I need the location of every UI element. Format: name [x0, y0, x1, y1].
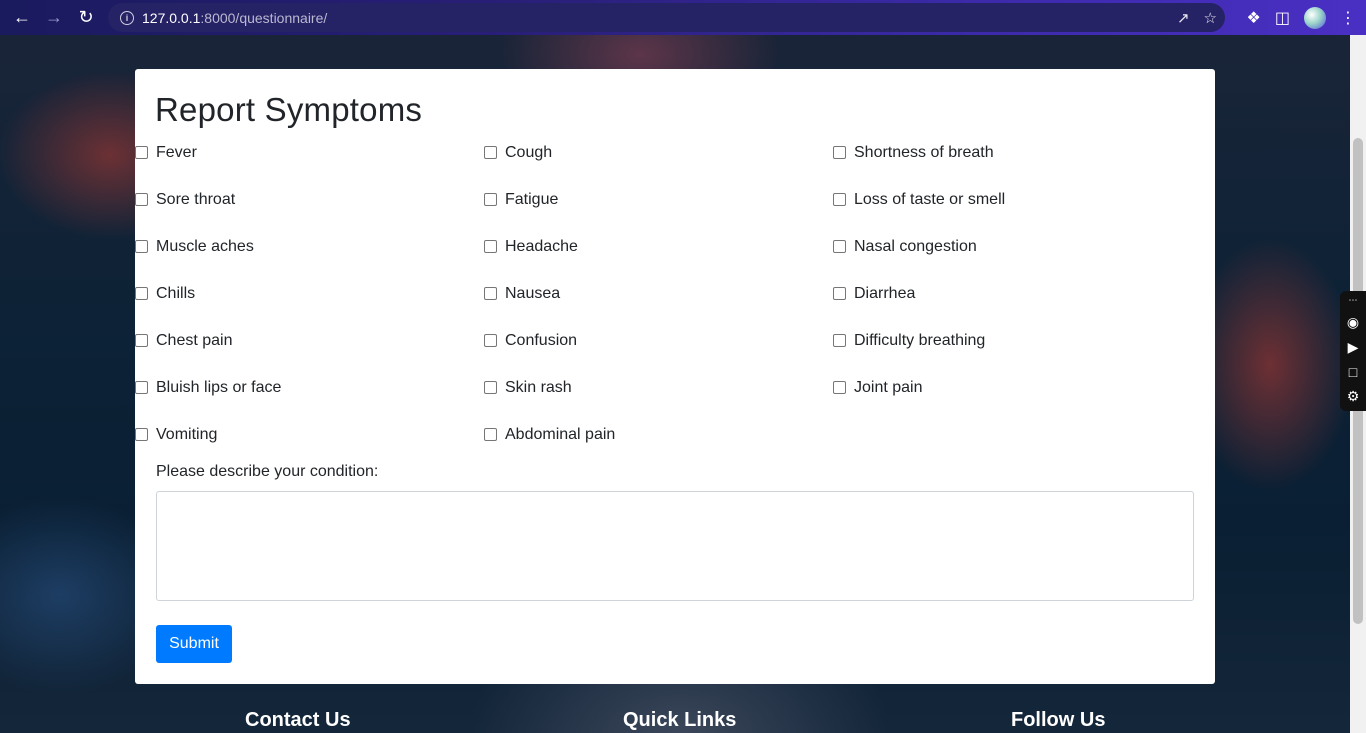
- symptom-checkbox[interactable]: [833, 286, 846, 300]
- browser-toolbar: ← → ↻ i 127.0.0.1:8000/questionnaire/ ↗ …: [0, 0, 1366, 35]
- symptom-label: Chest pain: [156, 332, 233, 349]
- symptom-label: Fatigue: [505, 191, 559, 208]
- description-label: Please describe your condition:: [156, 463, 379, 480]
- footer-contact-heading: Contact Us: [245, 709, 351, 731]
- symptom-label: Joint pain: [854, 379, 923, 396]
- reload-icon[interactable]: ↻: [70, 1, 102, 33]
- symptom-option[interactable]: Skin rash: [484, 379, 572, 397]
- info-icon[interactable]: i: [120, 10, 134, 25]
- symptom-label: Fever: [156, 144, 197, 161]
- sidepanel-icon[interactable]: ◫: [1275, 8, 1290, 28]
- submit-button[interactable]: Submit: [156, 625, 232, 663]
- symptom-label: Confusion: [505, 332, 578, 349]
- symptom-option[interactable]: Fever: [135, 144, 197, 162]
- symptom-option[interactable]: Joint pain: [833, 379, 923, 397]
- symptom-option[interactable]: Confusion: [484, 332, 577, 350]
- floating-toolbar: ⋯ ◉ ▶ □ ⚙: [1340, 291, 1366, 411]
- symptom-option[interactable]: Bluish lips or face: [135, 379, 281, 397]
- url-path: :8000/questionnaire/: [200, 9, 328, 26]
- symptom-checkbox[interactable]: [484, 145, 497, 159]
- symptom-checkbox[interactable]: [833, 239, 846, 253]
- symptom-checkbox[interactable]: [484, 427, 497, 441]
- footer-links-heading: Quick Links: [623, 709, 737, 731]
- symptom-label: Difficulty breathing: [854, 332, 986, 349]
- page-title: Report Symptoms: [155, 91, 423, 128]
- symptom-option[interactable]: Chills: [135, 285, 195, 303]
- url-host: 127.0.0.1: [142, 9, 201, 26]
- menu-icon[interactable]: ⋮: [1340, 8, 1356, 28]
- symptom-option[interactable]: Loss of taste or smell: [833, 191, 1005, 209]
- symptom-option[interactable]: Abdominal pain: [484, 426, 615, 444]
- symptom-checkbox[interactable]: [135, 145, 148, 159]
- symptom-checkbox[interactable]: [135, 427, 148, 441]
- symptom-option[interactable]: Vomiting: [135, 426, 217, 444]
- symptom-option[interactable]: Cough: [484, 144, 552, 162]
- symptom-option[interactable]: Chest pain: [135, 332, 233, 350]
- symptom-checkbox[interactable]: [833, 192, 846, 206]
- video-icon[interactable]: ▶: [1348, 339, 1359, 356]
- symptom-checkbox[interactable]: [484, 192, 497, 206]
- profile-avatar[interactable]: [1304, 6, 1326, 29]
- symptom-label: Abdominal pain: [505, 426, 616, 443]
- symptom-checkbox[interactable]: [135, 239, 148, 253]
- symptom-option[interactable]: Nasal congestion: [833, 238, 977, 256]
- symptom-option[interactable]: Fatigue: [484, 191, 558, 209]
- share-icon[interactable]: ↗: [1177, 9, 1190, 27]
- symptom-label: Diarrhea: [854, 285, 916, 302]
- symptom-checkbox[interactable]: [833, 145, 846, 159]
- description-textarea[interactable]: [156, 491, 1194, 601]
- footer-follow-heading: Follow Us: [1011, 709, 1106, 731]
- back-icon[interactable]: ←: [6, 1, 38, 33]
- settings-icon[interactable]: ⚙: [1347, 388, 1360, 405]
- symptom-checkbox[interactable]: [135, 380, 148, 394]
- symptom-option[interactable]: Difficulty breathing: [833, 332, 985, 350]
- symptom-label: Nausea: [505, 285, 561, 302]
- symptom-form-card: Report Symptoms Fever Cough Shortness of b…: [135, 69, 1215, 684]
- symptom-checkbox[interactable]: [135, 333, 148, 347]
- symptom-checkbox[interactable]: [484, 380, 497, 394]
- symptom-checkbox[interactable]: [135, 286, 148, 300]
- symptom-label: Chills: [156, 285, 196, 302]
- symptom-label: Skin rash: [505, 379, 572, 396]
- address-bar[interactable]: i 127.0.0.1:8000/questionnaire/ ↗ ☆: [108, 3, 1225, 32]
- symptom-checkbox[interactable]: [833, 380, 846, 394]
- symptom-option[interactable]: Headache: [484, 238, 578, 256]
- symptom-option[interactable]: Sore throat: [135, 191, 235, 209]
- symptom-label: Vomiting: [156, 426, 218, 443]
- symptom-option[interactable]: Nausea: [484, 285, 560, 303]
- symptom-checkbox[interactable]: [135, 192, 148, 206]
- symptom-label: Headache: [505, 238, 578, 255]
- symptom-checkbox[interactable]: [484, 286, 497, 300]
- symptom-label: Bluish lips or face: [156, 379, 282, 396]
- symptom-label: Cough: [505, 144, 553, 161]
- symptom-checkbox[interactable]: [484, 333, 497, 347]
- symptom-option[interactable]: Diarrhea: [833, 285, 915, 303]
- symptom-label: Shortness of breath: [854, 144, 994, 161]
- extensions-icon[interactable]: ❖: [1247, 8, 1261, 28]
- symptom-option[interactable]: Muscle aches: [135, 238, 254, 256]
- symptom-label: Loss of taste or smell: [854, 191, 1006, 208]
- camera-icon[interactable]: ◉: [1347, 314, 1359, 331]
- forward-icon[interactable]: →: [38, 1, 70, 33]
- star-icon[interactable]: ☆: [1204, 9, 1217, 27]
- symptom-label: Muscle aches: [156, 238, 254, 255]
- symptom-option[interactable]: Shortness of breath: [833, 144, 994, 162]
- symptom-label: Sore throat: [156, 191, 236, 208]
- more-icon[interactable]: ⋯: [1349, 295, 1358, 306]
- symptom-checkbox[interactable]: [484, 239, 497, 253]
- window-icon[interactable]: □: [1349, 364, 1357, 380]
- symptom-label: Nasal congestion: [854, 238, 977, 255]
- symptom-checkbox[interactable]: [833, 333, 846, 347]
